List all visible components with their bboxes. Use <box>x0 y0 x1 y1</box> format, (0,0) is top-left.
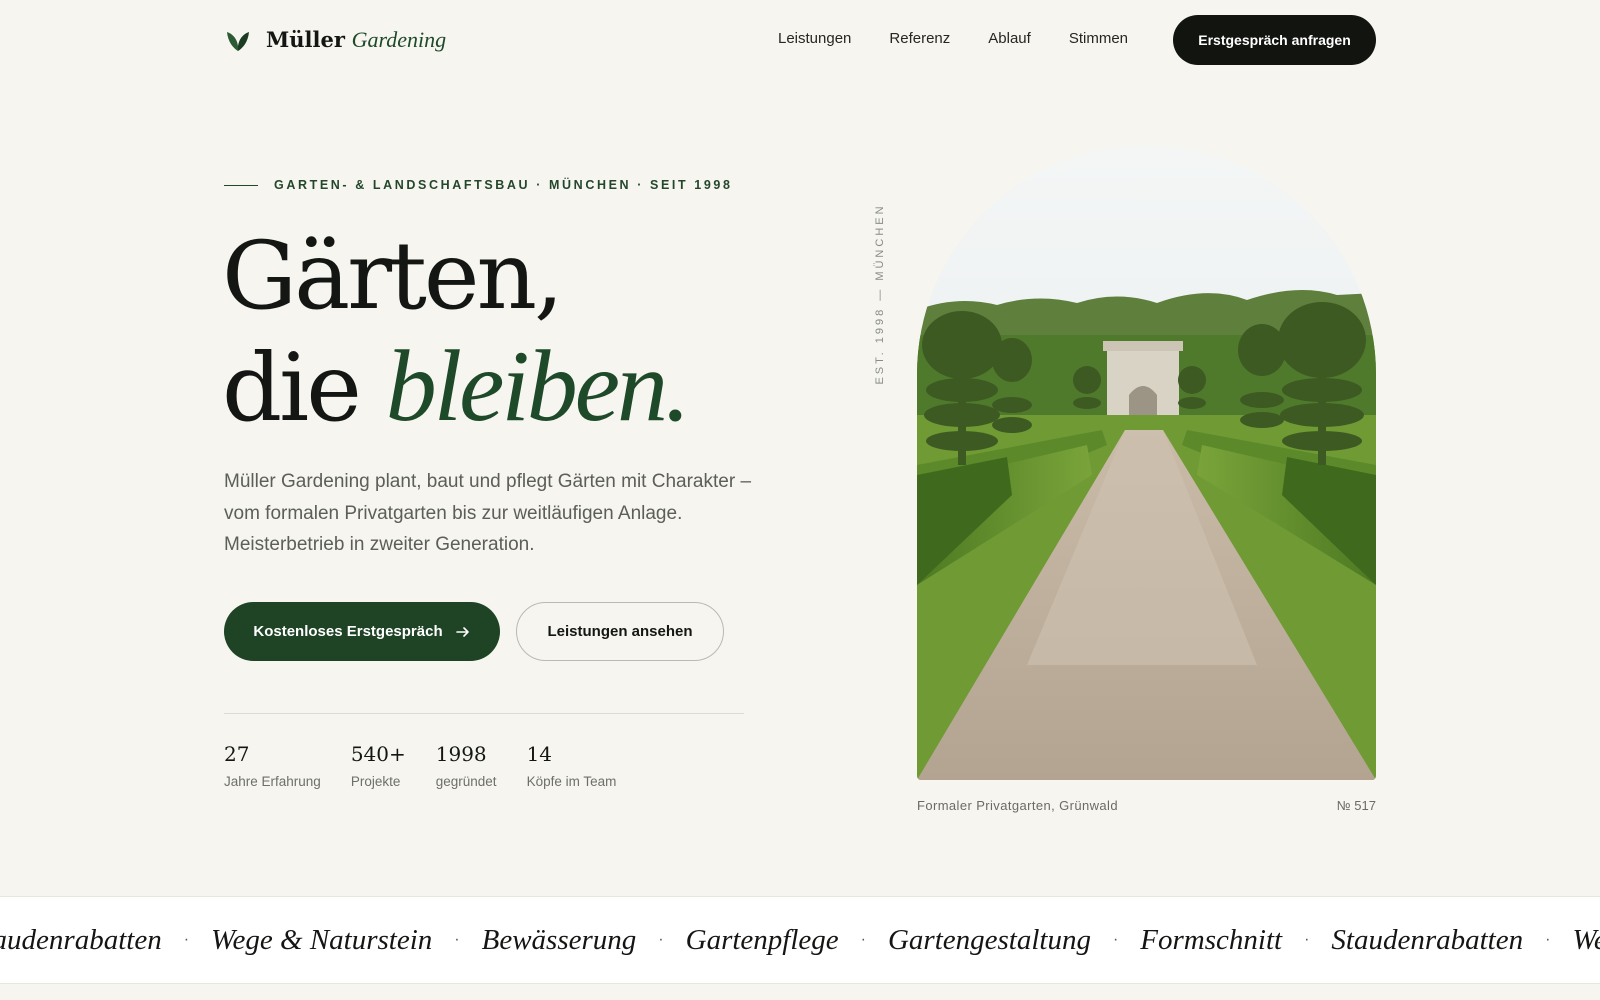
stat-item: 540+ Projekte <box>351 742 406 789</box>
marquee-track: Staudenrabatten · Wege & Naturstein · Be… <box>0 897 1600 983</box>
hero-lead: Müller Gardening plant, baut und pflegt … <box>224 471 752 555</box>
nav-links: Leistungen Referenz Ablauf Stimmen <box>778 30 1166 47</box>
hero-garden-image <box>917 145 1376 780</box>
marquee-item: Staudenrabatten <box>1331 923 1524 956</box>
leaf-logo-icon <box>227 32 249 51</box>
stats-divider <box>224 713 744 714</box>
stat-item: 14 Köpfe im Team <box>527 742 617 789</box>
stat-value: 14 <box>526 742 553 766</box>
marquee-item: Staudenrabatten <box>0 923 162 956</box>
marquee-item: Bewässerung <box>481 923 637 956</box>
nav-link-referenz[interactable]: Referenz <box>889 30 950 47</box>
eyebrow-text: GARTEN- & LANDSCHAFTSBAU · MÜNCHEN · SEI… <box>274 178 733 192</box>
marquee-item: Formschnitt <box>1140 923 1283 956</box>
stat-label: Projekte <box>350 774 401 789</box>
headline-line-2: die bleiben. <box>222 330 691 444</box>
marquee-separator: · <box>454 931 460 948</box>
stat-item: 1998 gegründet <box>436 742 497 789</box>
image-caption: Formaler Privatgarten, Grünwald <box>917 798 1118 813</box>
secondary-cta-button[interactable]: Leistungen ansehen <box>516 602 724 661</box>
stats-row: 27 Jahre Erfahrung 540+ Projekte 1998 ge… <box>224 742 646 789</box>
vertical-est-label: EST. 1998 — MÜNCHEN <box>874 203 886 385</box>
hero-headline: Gärten, die bleiben. <box>222 222 691 444</box>
arrow-right-icon <box>455 626 469 637</box>
services-marquee: Staudenrabatten · Wege & Naturstein · Be… <box>0 896 1600 984</box>
headline-italic: bleiben. <box>385 330 691 443</box>
brand-logo[interactable]: Müller Gardening <box>224 26 446 54</box>
primary-cta-button[interactable]: Kostenloses Erstgespräch <box>224 602 500 661</box>
nav-link-ablauf[interactable]: Ablauf <box>988 30 1031 47</box>
top-nav: Müller Gardening Leistungen Referenz Abl… <box>0 0 1600 80</box>
marquee-separator: · <box>1304 931 1310 948</box>
marquee-item: Gartenpflege <box>685 923 839 956</box>
marquee-separator: · <box>1112 931 1119 948</box>
primary-cta-label: Kostenloses Erstgespräch <box>253 623 443 640</box>
eyebrow-line <box>224 184 258 186</box>
nav-link-leistungen[interactable]: Leistungen <box>778 30 851 47</box>
headline-line-1: Gärten, <box>222 222 564 331</box>
marquee-item: Wege & Naturstein <box>211 923 433 956</box>
headline-plain: die <box>222 334 362 443</box>
nav-link-stimmen[interactable]: Stimmen <box>1069 30 1128 47</box>
marquee-item: Wege & Naturstein <box>1572 923 1600 956</box>
image-number: № 517 <box>1336 798 1376 813</box>
stat-label: gegründet <box>435 774 497 789</box>
stat-item: 27 Jahre Erfahrung <box>224 742 321 789</box>
stat-value: 540+ <box>350 742 406 766</box>
stat-label: Jahre Erfahrung <box>224 774 321 789</box>
marquee-separator: · <box>1545 931 1551 948</box>
stat-label: Köpfe im Team <box>526 774 617 789</box>
brand-name: Müller Gardening <box>266 27 447 52</box>
marquee-item: Gartengestaltung <box>887 923 1091 956</box>
marquee-separator: · <box>183 931 190 948</box>
stat-value: 27 <box>224 742 250 766</box>
nav-cta-button[interactable]: Erstgespräch anfragen <box>1173 15 1376 65</box>
hero-eyebrow: GARTEN- & LANDSCHAFTSBAU · MÜNCHEN · SEI… <box>224 178 733 192</box>
marquee-separator: · <box>860 931 866 948</box>
stat-value: 1998 <box>435 742 487 766</box>
marquee-separator: · <box>658 931 664 948</box>
